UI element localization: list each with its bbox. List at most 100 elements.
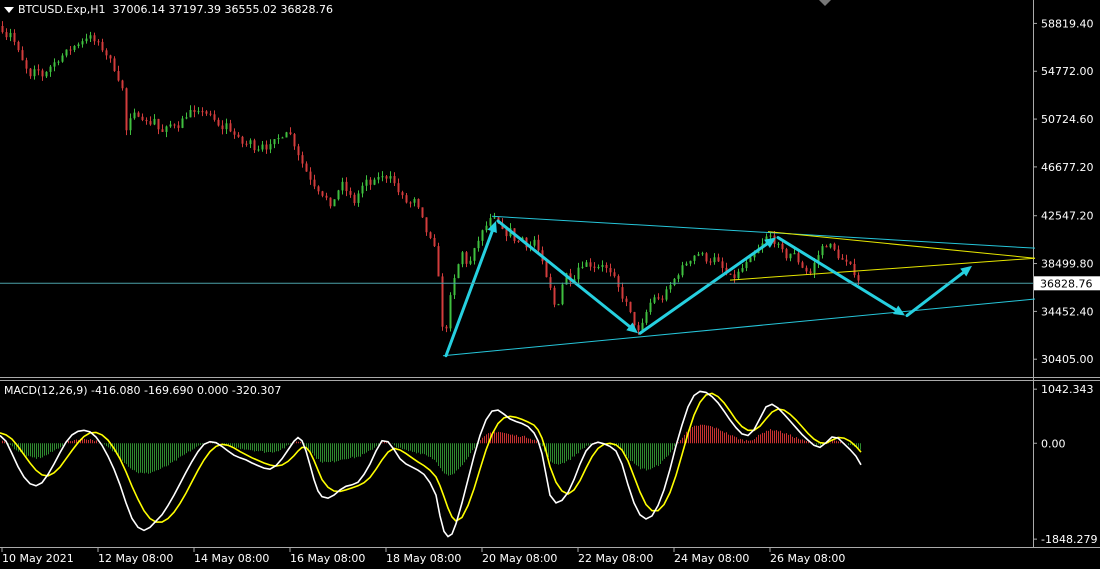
candle-body: [173, 124, 176, 126]
candle-body: [409, 202, 412, 204]
candle-body: [37, 69, 40, 71]
candle-body: [533, 239, 536, 246]
candle-body: [249, 140, 252, 145]
candle-body: [737, 271, 740, 279]
candle-body: [785, 249, 788, 259]
candle-body: [721, 261, 724, 268]
time-tick-label: 12 May 08:00: [98, 552, 173, 565]
candle-body: [641, 322, 644, 331]
candle-body: [601, 265, 604, 267]
candle-body: [661, 298, 664, 300]
candle-body: [253, 140, 256, 151]
candle-body: [485, 225, 488, 231]
candle-body: [701, 253, 704, 255]
candle-body: [257, 149, 260, 151]
candle-body: [605, 265, 608, 269]
candle-body: [777, 243, 780, 245]
price-tick-label: 54772.00: [1041, 65, 1094, 78]
candle-body: [769, 235, 772, 237]
candle-body: [837, 249, 840, 259]
candle-body: [309, 171, 312, 180]
candle-body: [233, 131, 236, 135]
candle-body: [337, 190, 340, 200]
candle-body: [205, 111, 208, 114]
candle-body: [53, 62, 56, 67]
candle-body: [481, 230, 484, 241]
candle-body: [553, 287, 556, 305]
macd-tick-label: 0.00: [1041, 437, 1066, 450]
candle-body: [621, 287, 624, 299]
candle-body: [713, 257, 716, 263]
candle-body: [705, 253, 708, 262]
candle-body: [265, 144, 268, 150]
candle-body: [149, 121, 152, 125]
candle-body: [801, 262, 804, 268]
candle-body: [549, 277, 552, 288]
candle-body: [261, 144, 264, 150]
candle-body: [33, 69, 36, 77]
candle-body: [689, 260, 692, 264]
candle-body: [61, 55, 64, 62]
candle-body: [305, 163, 308, 172]
candle-body: [477, 240, 480, 249]
candle-body: [97, 41, 100, 43]
candle-body: [373, 179, 376, 185]
dropdown-triangle-icon[interactable]: [4, 7, 14, 13]
candle-body: [637, 325, 640, 331]
candle-body: [473, 248, 476, 261]
candle-body: [437, 246, 440, 277]
candle-body: [377, 177, 380, 180]
candle-body: [201, 111, 204, 113]
candle-body: [357, 193, 360, 203]
candle-body: [609, 268, 612, 273]
candle-body: [77, 44, 80, 47]
candle-body: [89, 35, 92, 39]
candle-body: [429, 232, 432, 238]
candle-body: [49, 66, 52, 72]
candle-body: [441, 276, 444, 327]
time-tick-label: 26 May 08:00: [770, 552, 845, 565]
candle-body: [749, 257, 752, 263]
candle-body: [313, 179, 316, 187]
candle-body: [317, 186, 320, 192]
candle-body: [693, 255, 696, 261]
time-tick-label: 14 May 08:00: [194, 552, 269, 565]
candle-body: [381, 176, 384, 178]
candle-body: [665, 289, 668, 300]
time-tick-label: 24 May 08:00: [674, 552, 749, 565]
candle-body: [853, 264, 856, 276]
price-tick-label: 46677.20: [1041, 161, 1094, 174]
candle-body: [45, 71, 48, 77]
candle-body: [849, 261, 852, 265]
candle-body: [105, 50, 108, 56]
candle-body: [741, 268, 744, 272]
candle-body: [489, 218, 492, 226]
candle-body: [297, 146, 300, 156]
candle-body: [213, 114, 216, 120]
candle-body: [493, 217, 496, 219]
candle-body: [185, 117, 188, 119]
candle-body: [29, 68, 32, 77]
candle-body: [361, 185, 364, 194]
candle-body: [577, 267, 580, 280]
macd-header: MACD(12,26,9) -416.080 -169.690 0.000 -3…: [4, 384, 282, 397]
candle-body: [21, 50, 24, 61]
candle-body: [829, 243, 832, 248]
chart-canvas[interactable]: 36828.76 58819.40 54772.00 50724.60 46677.2…: [0, 0, 1100, 569]
candle-body: [333, 199, 336, 207]
price-tick-label: 34452.40: [1041, 305, 1094, 318]
candle-body: [537, 239, 540, 251]
candle-body: [545, 261, 548, 278]
candle-body: [73, 46, 76, 50]
candle-body: [161, 129, 164, 132]
candle-body: [209, 113, 212, 115]
candle-body: [593, 266, 596, 268]
candle-body: [237, 134, 240, 137]
candle-body: [561, 284, 564, 305]
price-tick-label: 50724.60: [1041, 113, 1094, 126]
candle-body: [25, 60, 28, 69]
candle-body: [17, 41, 20, 51]
time-tick-label: 10 May 2021: [2, 552, 74, 565]
candle-body: [69, 49, 72, 51]
candle-body: [117, 71, 120, 81]
